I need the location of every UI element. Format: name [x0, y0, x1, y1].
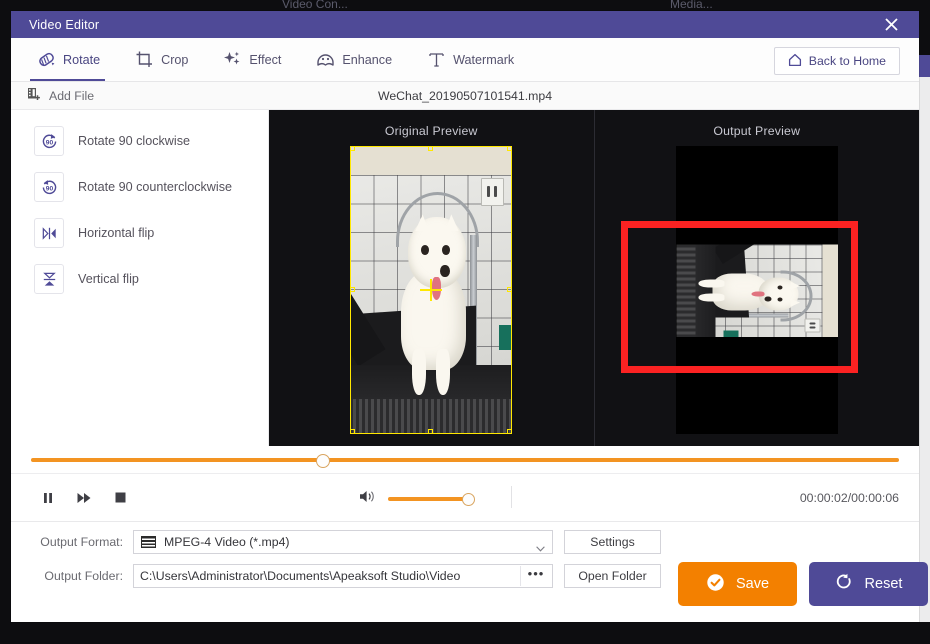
dog-scene-original — [350, 146, 513, 434]
dog-scene-output — [676, 244, 838, 337]
sidebar-item-label: Rotate 90 counterclockwise — [78, 180, 233, 194]
rotated-video-content — [676, 244, 838, 337]
close-button[interactable] — [873, 11, 909, 38]
background-window-strip — [0, 0, 930, 11]
output-format-row: Output Format: MPEG-4 Video (*.mp4) Sett… — [11, 528, 919, 555]
video-editor-window: Video Editor Rotate Crop Effect Enhance … — [11, 11, 928, 622]
screen: Video Con... Media... Video Editor Rotat… — [0, 0, 930, 644]
tab-label: Watermark — [453, 52, 515, 67]
background-bottom-left-edge — [0, 620, 22, 644]
chevron-down-icon — [536, 539, 545, 552]
sidebar-item-label: Rotate 90 clockwise — [78, 134, 190, 148]
home-icon — [788, 53, 802, 70]
tab-bar: Rotate Crop Effect Enhance Watermark Bac… — [11, 38, 919, 82]
volume-handle[interactable] — [462, 493, 475, 506]
svg-text:90: 90 — [45, 139, 53, 146]
transport-bar: 00:00:02/00:00:06 — [11, 474, 919, 522]
output-preview-pane: Output Preview — [593, 110, 920, 446]
fast-forward-button[interactable] — [73, 487, 95, 509]
open-folder-button[interactable]: Open Folder — [564, 563, 661, 588]
horizontal-flip-icon — [34, 218, 64, 248]
sidebar-item-vertical-flip[interactable]: Vertical flip — [11, 262, 268, 296]
background-window-right-body — [918, 77, 930, 622]
background-window-right-accent — [918, 55, 930, 77]
output-video-canvas[interactable] — [675, 146, 838, 434]
tab-enhance[interactable]: Enhance — [309, 38, 406, 81]
tab-label: Rotate — [63, 52, 101, 67]
playback-progress-handle[interactable] — [315, 453, 330, 468]
crop-icon — [135, 50, 154, 69]
rotate-options-sidebar: 90 Rotate 90 clockwise 90 Rotate 90 coun… — [11, 110, 269, 446]
output-folder-input[interactable]: C:\Users\Administrator\Documents\Apeakso… — [133, 563, 553, 588]
enhance-icon — [316, 50, 335, 69]
tab-label: Enhance — [342, 52, 393, 67]
add-file-label: Add File — [49, 88, 95, 103]
svg-text:90: 90 — [45, 185, 53, 192]
original-preview-pane: Original Preview — [269, 110, 594, 446]
output-format-label: Output Format: — [40, 534, 123, 549]
sidebar-item-rotate-ccw[interactable]: 90 Rotate 90 counterclockwise — [11, 170, 268, 204]
pause-icon — [44, 492, 52, 503]
tab-watermark[interactable]: Watermark — [420, 38, 528, 81]
output-folder-value: C:\Users\Administrator\Documents\Apeakso… — [140, 568, 461, 583]
output-folder-label: Output Folder: — [44, 568, 123, 583]
title-bar: Video Editor — [11, 11, 919, 38]
rotate-ccw-90-icon: 90 — [34, 172, 64, 202]
output-format-select[interactable]: MPEG-4 Video (*.mp4) — [133, 529, 553, 554]
window-title: Video Editor — [29, 17, 100, 32]
settings-button[interactable]: Settings — [564, 529, 661, 554]
sidebar-item-horizontal-flip[interactable]: Horizontal flip — [11, 216, 268, 250]
rotate-icon — [37, 50, 56, 69]
check-circle-icon — [706, 573, 725, 596]
timecode-display: 00:00:02/00:00:06 — [799, 490, 899, 505]
original-preview-title: Original Preview — [384, 124, 478, 138]
original-video-frame — [350, 146, 513, 434]
preview-stage: Original Preview Output Preview — [269, 110, 919, 446]
add-file-button[interactable]: Add File — [27, 87, 94, 104]
transport-divider — [511, 486, 512, 508]
add-file-icon — [27, 87, 41, 104]
reset-label: Reset — [864, 576, 903, 592]
save-button[interactable]: Save — [678, 562, 797, 606]
mpeg-film-icon — [141, 535, 156, 548]
sidebar-item-label: Vertical flip — [78, 272, 139, 286]
output-format-value: MPEG-4 Video (*.mp4) — [164, 534, 290, 549]
close-icon — [884, 18, 898, 31]
volume-icon[interactable] — [359, 489, 376, 509]
save-label: Save — [735, 576, 770, 592]
original-video-canvas[interactable] — [350, 146, 513, 434]
volume-slider[interactable] — [388, 493, 475, 506]
file-bar: Add File WeChat_20190507101541.mp4 — [11, 82, 919, 110]
volume-control — [359, 489, 475, 509]
sparkle-icon — [223, 50, 242, 69]
sidebar-item-label: Horizontal flip — [78, 226, 155, 240]
pause-button[interactable] — [37, 487, 59, 509]
text-t-icon — [427, 50, 446, 69]
fast-forward-icon — [77, 492, 91, 503]
reset-button[interactable]: Reset — [809, 562, 928, 606]
tab-label: Effect — [249, 52, 282, 67]
output-preview-title: Output Preview — [713, 124, 801, 138]
reset-arrow-icon — [835, 573, 854, 596]
tab-rotate[interactable]: Rotate — [30, 38, 114, 81]
back-to-home-button[interactable]: Back to Home — [773, 47, 900, 75]
output-video-frame — [675, 244, 838, 337]
back-to-home-label: Back to Home — [808, 54, 886, 68]
vertical-flip-icon — [34, 264, 64, 294]
browse-folder-button[interactable]: ••• — [520, 565, 551, 586]
stop-button[interactable] — [109, 487, 131, 509]
rotate-cw-90-icon: 90 — [34, 126, 64, 156]
playback-progress-slider[interactable] — [31, 453, 899, 468]
sidebar-item-rotate-cw[interactable]: 90 Rotate 90 clockwise — [11, 124, 268, 158]
current-filename: WeChat_20190507101541.mp4 — [377, 88, 553, 103]
timeline-bar — [11, 446, 919, 474]
tab-label: Crop — [161, 52, 189, 67]
tab-crop[interactable]: Crop — [128, 38, 202, 81]
tab-effect[interactable]: Effect — [216, 38, 295, 81]
stop-icon — [115, 492, 125, 503]
